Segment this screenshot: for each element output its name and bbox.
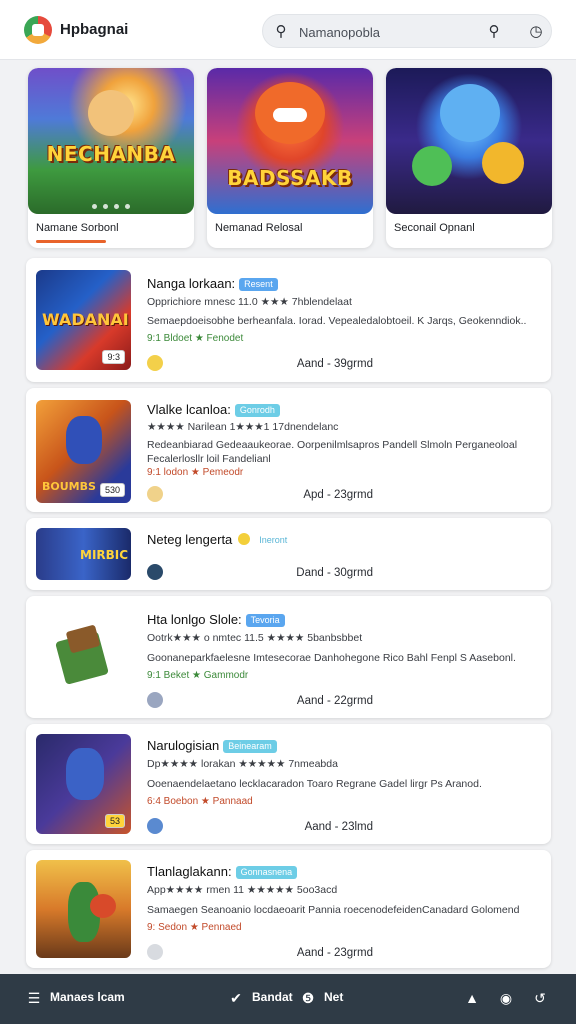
download-info[interactable]: Dand - 30grmd — [296, 567, 373, 579]
featured-wordmark: NECHANBA — [46, 142, 176, 166]
description: Ooenaendelaetano lecklacaradon Toaro Reg… — [147, 778, 482, 790]
description: Goonaneparkfaelesne Imtesecorae Danhoheg… — [147, 652, 516, 664]
meta-line: 6:4 Boebon ★ Pannaad — [147, 796, 253, 807]
game-thumbnail: MIRBIC — [36, 528, 131, 580]
featured-artwork — [386, 68, 552, 214]
nav-item-bandat[interactable]: Bandat — [252, 990, 293, 1004]
search-submit-icon[interactable]: ⚲ — [484, 22, 504, 42]
menu-icon[interactable]: ☰ — [24, 988, 44, 1008]
game-title: Vlalke lcanloa: Gonrodh — [147, 402, 280, 417]
active-indicator — [36, 240, 106, 243]
meta-line: 9:1 Beket ★ Gammodr — [147, 670, 249, 681]
featured-card[interactable]: BADSSAKB Nemanad Relosal — [207, 68, 373, 248]
game-title: Hta lonlgo Slole: Tevoria — [147, 612, 285, 627]
status-badge: Tevoria — [245, 614, 285, 627]
meta-line: 9:1 Bldoet ★ Fenodet — [147, 333, 244, 344]
download-info[interactable]: Aand - 23lmd — [305, 821, 373, 833]
download-info[interactable]: Aand - 39grmd — [297, 358, 373, 370]
timer-icon[interactable]: ◷ — [526, 22, 546, 42]
number-icon[interactable]: ❺ — [298, 988, 318, 1008]
controller-icon — [147, 818, 163, 834]
search-icon[interactable]: ⚲ — [271, 22, 291, 42]
featured-wordmark: BADSSAKB — [227, 166, 353, 190]
featured-artwork: BADSSAKB — [207, 68, 373, 214]
list-item[interactable]: 53 Narulogisian Beinearam Dp★★★★ lorakan … — [26, 724, 551, 844]
app-logo-icon[interactable] — [24, 16, 52, 44]
status-badge: Beinearam — [223, 740, 277, 753]
rating-line: ★★★★ Narilean 1★★★1 17dnendelanc — [147, 421, 339, 433]
rating-line: Opprichiore mnesc 11.0 ★★★ 7hblendelaat — [147, 296, 352, 308]
globe-icon — [147, 564, 163, 580]
game-title: Narulogisian Beinearam — [147, 738, 277, 753]
chat-icon — [147, 944, 163, 960]
search-input[interactable] — [299, 21, 469, 43]
smile-icon — [238, 533, 251, 545]
thumb-wordmark: BOUMBS — [42, 480, 96, 493]
rating-line: App★★★★ rmen 11 ★★★★★ 5oo3acd — [147, 884, 338, 896]
download-info[interactable]: Aand - 23grmd — [297, 947, 373, 959]
rating-line: Ootrk★★★ o nmtec 11.5 ★★★★ 5banbsbbet — [147, 632, 363, 644]
game-thumbnail: BOUMBS 530 — [36, 400, 131, 503]
download-info[interactable]: Apd - 23grmd — [303, 489, 373, 501]
game-thumbnail — [36, 606, 131, 706]
description: Samaegen Seanoanio locdaeoarit Pannia ro… — [147, 904, 520, 916]
meta-line: 9: Sedon ★ Pennaed — [147, 922, 242, 933]
game-thumbnail: 53 — [36, 734, 131, 834]
app-name: Hpbagnai — [60, 21, 129, 38]
status-badge: Gonrodh — [234, 404, 280, 417]
list-item[interactable]: Hta lonlgo Slole: Tevoria Ootrk★★★ o nmte… — [26, 596, 551, 718]
bottom-nav: ☰ Manaes lcam ✔ Bandat ❺ Net ▲ ◉ ↺ — [0, 974, 576, 1024]
nav-item-home[interactable]: Manaes lcam — [50, 990, 125, 1004]
description-2: Fecalerlosllr loil Fandelianl — [147, 453, 271, 465]
list-item[interactable]: BOUMBS 530 Vlalke lcanloa: Gonrodh ★★★★ N… — [26, 388, 551, 512]
share-icon[interactable]: ↺ — [530, 988, 550, 1008]
featured-label: Namane Sorbonl — [36, 222, 119, 234]
status-badge: Resent — [239, 278, 278, 291]
thumb-wordmark: WADANAI — [42, 310, 129, 329]
search-bar[interactable]: ⚲ ⚲ ◷ — [262, 14, 552, 48]
list-item[interactable]: MIRBIC Neteg lengerta Ineront Dand - 30gr… — [26, 518, 551, 590]
record-icon[interactable]: ◉ — [496, 988, 516, 1008]
game-title: Neteg lengerta Ineront — [147, 532, 292, 547]
featured-card[interactable]: NECHANBA Namane Sorbonl — [28, 68, 194, 248]
rating-tag: 9:3 — [102, 350, 125, 364]
app-header: Hpbagnai ⚲ ⚲ ◷ — [0, 0, 576, 60]
list-item[interactable]: WADANAI 9:3 Nanga lorkaan: Resent Opprich… — [26, 258, 551, 382]
description: Redeanbiarad Gedeaaukeorae. Oorpenilmlsa… — [147, 439, 518, 451]
description: Semaepdoeisobhe berheanfala. Iorad. Vepe… — [147, 315, 527, 327]
download-info[interactable]: Aand - 22grmd — [297, 695, 373, 707]
featured-label: Nemanad Relosal — [215, 222, 303, 234]
game-title: Nanga lorkaan: Resent — [147, 276, 278, 291]
featured-card[interactable]: Seconail Opnanl — [386, 68, 552, 248]
featured-artwork: NECHANBA — [28, 68, 194, 214]
game-thumbnail — [36, 860, 131, 958]
meta-line: 9:1 lodon ★ Pemeodr — [147, 467, 244, 478]
emoji-icon — [147, 486, 163, 502]
status-badge: Ineront — [259, 535, 288, 545]
thumb-wordmark: MIRBIC — [80, 548, 129, 562]
rating-tag: 53 — [104, 814, 125, 828]
lightbulb-icon — [147, 355, 163, 371]
carousel-dots[interactable] — [28, 196, 194, 214]
featured-label: Seconail Opnanl — [394, 222, 475, 234]
badge-icon[interactable]: ✔ — [226, 988, 246, 1008]
rating-tag: 530 — [99, 483, 125, 497]
warning-icon[interactable]: ▲ — [462, 988, 482, 1008]
featured-carousel: NECHANBA Namane Sorbonl BADSSAKB Nemanad… — [0, 68, 576, 250]
nav-item-net[interactable]: Net — [324, 990, 343, 1004]
cloud-icon — [147, 692, 163, 708]
list-item[interactable]: Tlanlaglakann: Gonnasnena App★★★★ rmen 11… — [26, 850, 551, 968]
rating-line: Dp★★★★ lorakan ★★★★★ 7nmeabda — [147, 758, 338, 770]
game-thumbnail: WADANAI 9:3 — [36, 270, 131, 370]
status-badge: Gonnasnena — [235, 866, 298, 879]
game-title: Tlanlaglakann: Gonnasnena — [147, 864, 298, 879]
